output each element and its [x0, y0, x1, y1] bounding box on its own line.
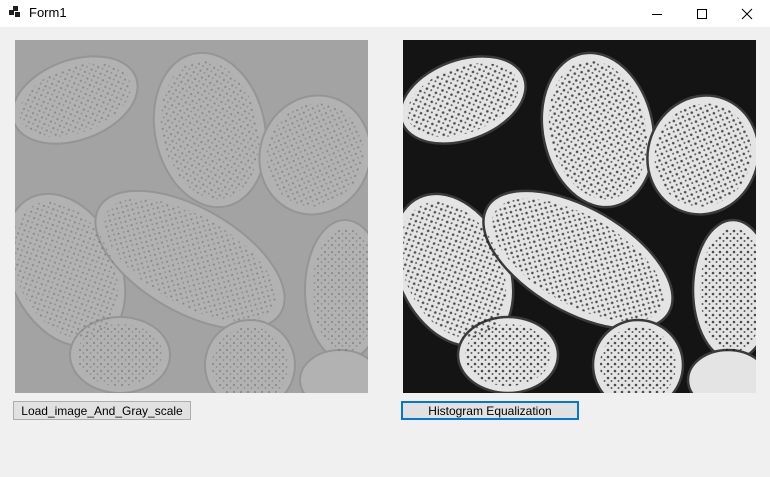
minimize-button[interactable] — [634, 0, 680, 27]
maximize-button[interactable] — [679, 0, 725, 27]
equalized-pollen-image — [403, 40, 756, 393]
window-title: Form1 — [29, 5, 67, 20]
maximize-icon — [697, 8, 707, 19]
histogram-equalization-button[interactable]: Histogram Equalization — [401, 401, 579, 420]
original-picture-box — [15, 40, 368, 393]
title-bar[interactable]: Form1 — [0, 0, 770, 27]
minimize-icon — [652, 13, 662, 15]
close-icon — [741, 8, 753, 19]
app-icon — [9, 6, 20, 17]
original-pollen-image — [15, 40, 368, 393]
load-image-gray-scale-button[interactable]: Load_image_And_Gray_scale — [13, 401, 191, 420]
equalized-picture-box — [403, 40, 756, 393]
close-button[interactable] — [724, 0, 770, 27]
